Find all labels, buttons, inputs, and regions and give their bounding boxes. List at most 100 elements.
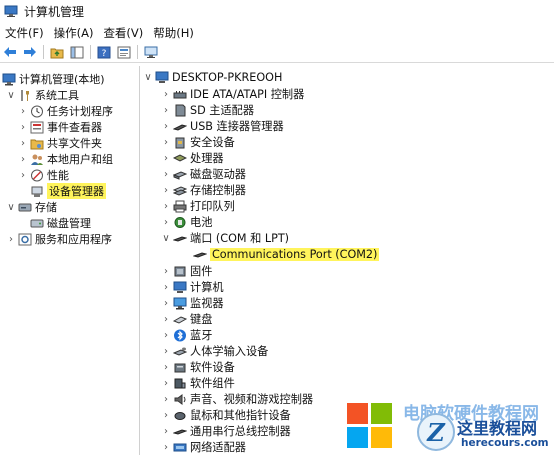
- device-category-sound[interactable]: › 声音、视频和游戏控制器: [161, 391, 313, 407]
- chevron-right-icon[interactable]: ›: [161, 311, 171, 327]
- chevron-right-icon[interactable]: ›: [161, 134, 171, 150]
- chevron-down-icon[interactable]: ∨: [161, 230, 171, 246]
- device-category-disk-drives[interactable]: › 磁盘驱动器: [161, 166, 246, 182]
- device-category-hid[interactable]: › 人体学输入设备: [161, 343, 268, 359]
- device-category-storage-controllers[interactable]: › 存储控制器: [161, 182, 246, 198]
- menu-view[interactable]: 查看(V): [98, 25, 148, 41]
- chevron-right-icon[interactable]: ›: [161, 439, 171, 455]
- chevron-right-icon[interactable]: ›: [18, 103, 28, 119]
- chevron-right-icon[interactable]: ›: [18, 151, 28, 167]
- device-category-ports[interactable]: ∨ 端口 (COM 和 LPT): [161, 230, 289, 246]
- chevron-right-icon[interactable]: ›: [161, 359, 171, 375]
- device-category-batteries[interactable]: › 电池: [161, 214, 212, 230]
- device-category-mice[interactable]: › 鼠标和其他指针设备: [161, 407, 291, 423]
- back-arrow-icon[interactable]: [3, 45, 17, 59]
- chevron-right-icon[interactable]: ›: [161, 279, 171, 295]
- device-label: 处理器: [190, 152, 224, 165]
- menu-file[interactable]: 文件(F): [0, 25, 49, 41]
- mouse-icon: [173, 409, 187, 422]
- sd-card-icon: [173, 104, 187, 117]
- device-category-usb-controllers[interactable]: › 通用串行总线控制器: [161, 423, 291, 439]
- chevron-right-icon[interactable]: ›: [161, 375, 171, 391]
- forward-arrow-icon[interactable]: [23, 45, 37, 59]
- device-item-communications-port[interactable]: Communications Port (COM2): [193, 246, 380, 262]
- watermark-site-name: 这里教程网: [457, 419, 538, 438]
- device-category-usb-connector[interactable]: › USB 连接器管理器: [161, 118, 284, 134]
- help-icon[interactable]: ?: [97, 45, 111, 59]
- firmware-icon: [173, 265, 187, 278]
- device-category-network-adapters[interactable]: › 网络适配器: [161, 439, 246, 455]
- menu-help[interactable]: 帮助(H): [148, 25, 199, 41]
- chevron-right-icon[interactable]: ›: [18, 167, 28, 183]
- chevron-right-icon[interactable]: ›: [18, 119, 28, 135]
- tree-item-performance[interactable]: › 性能: [18, 167, 69, 183]
- chevron-right-icon[interactable]: ›: [161, 407, 171, 423]
- device-category-processors[interactable]: › 处理器: [161, 150, 224, 166]
- device-label: 人体学输入设备: [190, 345, 269, 358]
- toolbar-separator: [43, 45, 44, 59]
- tree-item-computer-management[interactable]: 计算机管理(本地): [2, 71, 105, 87]
- tree-item-local-users[interactable]: › 本地用户和组: [18, 151, 113, 167]
- tree-item-disk-management[interactable]: 磁盘管理: [30, 215, 91, 231]
- tree-item-shared-folders[interactable]: › 共享文件夹: [18, 135, 102, 151]
- monitor-icon[interactable]: [144, 45, 158, 59]
- pane-splitter[interactable]: [139, 66, 140, 455]
- device-category-software-devices[interactable]: › 软件设备: [161, 359, 235, 375]
- chevron-right-icon[interactable]: ›: [161, 327, 171, 343]
- device-category-security[interactable]: › 安全设备: [161, 134, 235, 150]
- device-category-print-queues[interactable]: › 打印队列: [161, 198, 235, 214]
- chevron-right-icon[interactable]: ›: [161, 198, 171, 214]
- device-category-sd[interactable]: › SD 主适配器: [161, 102, 254, 118]
- storage-icon: [18, 201, 32, 214]
- tree-item-device-manager[interactable]: 设备管理器: [30, 183, 106, 199]
- security-device-icon: [173, 136, 187, 149]
- device-category-ide[interactable]: › IDE ATA/ATAPI 控制器: [161, 86, 304, 102]
- chevron-right-icon[interactable]: ›: [18, 135, 28, 151]
- computer-icon: [173, 281, 187, 294]
- chevron-down-icon[interactable]: ∨: [6, 87, 16, 103]
- device-category-computer[interactable]: › 计算机: [161, 279, 224, 295]
- device-category-bluetooth[interactable]: › 蓝牙: [161, 327, 212, 343]
- device-label: USB 连接器管理器: [190, 120, 284, 133]
- computer-management-icon: [4, 4, 18, 18]
- show-hide-tree-icon[interactable]: [70, 45, 84, 59]
- device-category-keyboards[interactable]: › 键盘: [161, 311, 212, 327]
- device-category-firmware[interactable]: › 固件: [161, 263, 212, 279]
- device-label: 电池: [190, 216, 213, 229]
- device-label: 软件设备: [190, 361, 235, 374]
- tree-item-event-viewer[interactable]: › 事件查看器: [18, 119, 102, 135]
- up-folder-icon[interactable]: [50, 45, 64, 59]
- watermark-badge: Z: [417, 413, 455, 451]
- svg-text:?: ?: [102, 49, 107, 59]
- keyboard-icon: [173, 313, 187, 326]
- chevron-down-icon[interactable]: ∨: [143, 69, 153, 85]
- disk-drive-icon: [173, 168, 187, 181]
- device-tree-root[interactable]: ∨ DESKTOP-PKREOOH: [143, 69, 282, 85]
- chevron-right-icon[interactable]: ›: [161, 166, 171, 182]
- bluetooth-icon: [173, 329, 187, 342]
- chevron-right-icon[interactable]: ›: [161, 343, 171, 359]
- properties-icon[interactable]: [117, 45, 131, 59]
- chevron-right-icon[interactable]: ›: [161, 263, 171, 279]
- chevron-right-icon[interactable]: ›: [6, 231, 16, 247]
- chevron-right-icon[interactable]: ›: [161, 102, 171, 118]
- tree-item-services-apps[interactable]: › 服务和应用程序: [6, 231, 112, 247]
- device-category-software-components[interactable]: › 软件组件: [161, 375, 235, 391]
- toolbar: ?: [0, 42, 554, 63]
- com-port-icon: [193, 248, 207, 261]
- device-label: IDE ATA/ATAPI 控制器: [190, 88, 305, 101]
- tree-item-task-scheduler[interactable]: › 任务计划程序: [18, 103, 113, 119]
- tree-item-system-tools[interactable]: ∨ 系统工具: [6, 87, 79, 103]
- chevron-right-icon[interactable]: ›: [161, 150, 171, 166]
- tree-item-storage[interactable]: ∨ 存储: [6, 199, 57, 215]
- chevron-right-icon[interactable]: ›: [161, 118, 171, 134]
- chevron-right-icon[interactable]: ›: [161, 182, 171, 198]
- chevron-right-icon[interactable]: ›: [161, 391, 171, 407]
- chevron-down-icon[interactable]: ∨: [6, 199, 16, 215]
- menu-action[interactable]: 操作(A): [49, 25, 99, 41]
- chevron-right-icon[interactable]: ›: [161, 214, 171, 230]
- chevron-right-icon[interactable]: ›: [161, 423, 171, 439]
- chevron-right-icon[interactable]: ›: [161, 86, 171, 102]
- device-category-monitors[interactable]: › 监视器: [161, 295, 224, 311]
- chevron-right-icon[interactable]: ›: [161, 295, 171, 311]
